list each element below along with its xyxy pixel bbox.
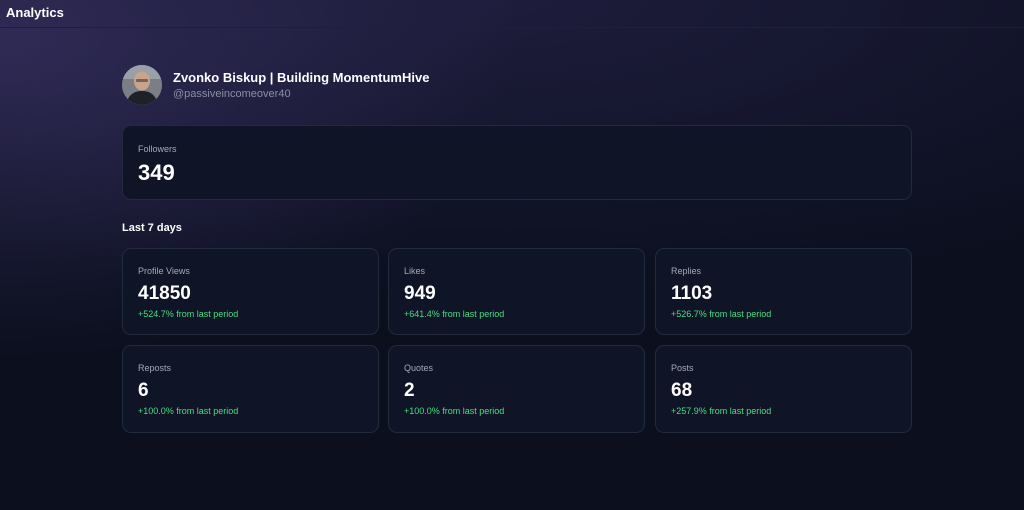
- followers-value: 349: [138, 160, 175, 185]
- stat-card-quotes: Quotes 2 +100.0% from last period: [388, 345, 645, 433]
- app-title: Analytics: [6, 5, 64, 20]
- stat-value: 6: [138, 380, 149, 401]
- profile-display-name: Zvonko Biskup | Building MomentumHive: [173, 70, 430, 85]
- stat-value: 68: [671, 380, 693, 401]
- stat-value: 949: [404, 283, 436, 304]
- stat-card-replies: Replies 1103 +526.7% from last period: [655, 248, 912, 335]
- stat-label: Likes: [404, 266, 426, 276]
- stat-change: +257.9% from last period: [671, 406, 772, 416]
- followers-label: Followers: [138, 144, 177, 154]
- stat-label: Quotes: [404, 363, 434, 373]
- stat-label: Posts: [671, 363, 694, 373]
- stat-card-likes: Likes 949 +641.4% from last period: [388, 248, 645, 335]
- stat-change: +100.0% from last period: [404, 406, 505, 416]
- stat-change: +524.7% from last period: [138, 309, 239, 319]
- stat-change: +641.4% from last period: [404, 309, 505, 319]
- stat-card-reposts: Reposts 6 +100.0% from last period: [122, 345, 379, 433]
- stat-value: 2: [404, 380, 415, 401]
- stat-change: +526.7% from last period: [671, 309, 772, 319]
- stat-change: +100.0% from last period: [138, 406, 239, 416]
- stat-card-posts: Posts 68 +257.9% from last period: [655, 345, 912, 433]
- stat-label: Profile Views: [138, 266, 190, 276]
- app-header: Analytics: [0, 0, 1024, 28]
- stat-card-profile-views: Profile Views 41850 +524.7% from last pe…: [122, 248, 379, 335]
- section-title: Last 7 days: [122, 222, 182, 234]
- avatar: [122, 65, 162, 105]
- stat-label: Reposts: [138, 363, 172, 373]
- stat-value: 41850: [138, 283, 191, 304]
- profile-handle: @passiveincomeover40: [173, 88, 291, 100]
- stat-value: 1103: [671, 283, 713, 304]
- stat-label: Replies: [671, 266, 702, 276]
- followers-card: Followers 349: [122, 125, 912, 200]
